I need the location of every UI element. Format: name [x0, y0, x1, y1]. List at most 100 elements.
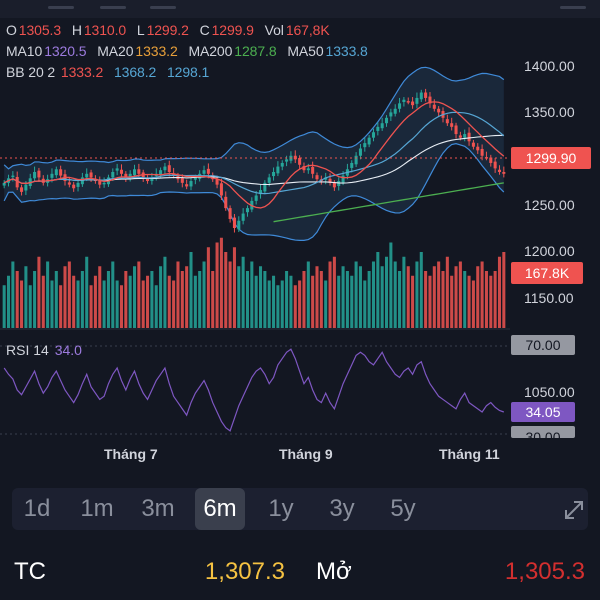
- range-6m-button[interactable]: 6m: [195, 488, 245, 530]
- ma20-value: 1333.2: [135, 43, 178, 59]
- volume-bar: [350, 275, 354, 328]
- rsi-value: 34.0: [54, 342, 82, 358]
- candle-body: [185, 184, 189, 187]
- volume-bar: [119, 285, 124, 328]
- volume-bar: [132, 266, 137, 328]
- volume-bar: [254, 275, 258, 328]
- range-5y-button[interactable]: 5y: [378, 488, 428, 530]
- volume-bar: [167, 275, 171, 328]
- price-tick: 1350.00: [524, 104, 575, 120]
- volume-bar: [367, 271, 371, 328]
- candle-body: [315, 175, 319, 180]
- low-value: 1299.2: [146, 22, 189, 38]
- expand-icon[interactable]: [560, 496, 588, 524]
- candle-body: [232, 217, 236, 228]
- time-tick: Tháng 7: [104, 446, 158, 462]
- volume-bar: [489, 275, 493, 328]
- ma200-label: MA200: [188, 43, 233, 59]
- volume-bar: [258, 266, 263, 328]
- candle-body: [228, 208, 232, 219]
- candle-body: [458, 135, 462, 138]
- rsi-label: RSI 14: [6, 342, 49, 358]
- candle-body: [432, 104, 436, 109]
- bollinger-mid-value: 1333.2: [60, 64, 104, 80]
- volume-bar: [371, 261, 376, 328]
- volume-bar: [163, 256, 167, 328]
- candle-body: [371, 132, 376, 138]
- volume-bar: [328, 261, 332, 328]
- volume-bar: [298, 280, 302, 328]
- volume-bar: [398, 271, 402, 328]
- volume-bar: [33, 271, 37, 328]
- volume-bar: [354, 261, 358, 328]
- candle-body: [50, 173, 54, 178]
- volume-bar: [450, 275, 454, 328]
- candle-body: [20, 187, 24, 192]
- volume-bar: [15, 271, 19, 328]
- range-3y-button[interactable]: 3y: [317, 488, 367, 530]
- candle-body: [298, 158, 302, 165]
- open-stat-value: 1,305.3: [504, 558, 585, 585]
- volume-bar: [480, 261, 484, 328]
- candle-body: [380, 123, 384, 129]
- candle-body: [254, 195, 258, 201]
- ma50-value: 1333.8: [325, 43, 368, 59]
- volume-bar: [106, 271, 110, 328]
- volume-bar: [102, 280, 106, 328]
- volume-bar: [319, 271, 323, 328]
- volume-bar: [50, 280, 54, 328]
- volume-bar: [272, 275, 276, 328]
- candle-body: [341, 175, 345, 183]
- candle-body: [89, 172, 93, 178]
- ma-legend: MA10 1320.5 MA20 1333.2 MA200 1287.8 MA50 13…: [6, 43, 375, 59]
- volume-badge: 167.8K: [511, 262, 583, 284]
- volume-bar: [393, 261, 397, 328]
- rsi-upper-badge: 70.00: [511, 335, 575, 355]
- candle-body: [415, 97, 419, 104]
- rsi-value-badge: 34.05: [511, 402, 575, 422]
- candle-body: [398, 103, 402, 109]
- volume-bar: [493, 271, 497, 328]
- ma10-label: MA10: [6, 43, 43, 59]
- volume-bar: [20, 280, 24, 328]
- volume-bar: [37, 256, 41, 328]
- candle-body: [306, 168, 310, 171]
- candle-body: [237, 220, 241, 230]
- candle-body: [402, 99, 406, 102]
- volume-bar: [315, 266, 319, 328]
- price-tick: 1400.00: [524, 58, 575, 74]
- candle-body: [76, 182, 80, 187]
- volume-bar: [202, 261, 206, 328]
- range-1d-button[interactable]: 1d: [12, 488, 62, 530]
- volume-bar: [467, 275, 471, 328]
- candle-body: [350, 162, 354, 168]
- candle-body: [167, 165, 171, 172]
- volume-bar: [376, 252, 380, 328]
- candle-body: [358, 148, 362, 156]
- range-3m-button[interactable]: 3m: [133, 488, 183, 530]
- candle-body: [111, 172, 115, 178]
- volume-bar: [180, 271, 184, 328]
- volume-bar: [454, 266, 458, 328]
- candle-body: [267, 177, 271, 183]
- candle-body: [276, 166, 280, 174]
- candle-body: [37, 170, 41, 178]
- candle-body: [72, 184, 76, 189]
- bollinger-legend: BB 20 2 1333.2 1368.2 1298.1: [6, 64, 216, 80]
- volume-bar: [24, 266, 28, 328]
- volume-bar: [154, 285, 158, 328]
- time-tick: Tháng 9: [279, 446, 333, 462]
- range-1y-button[interactable]: 1y: [256, 488, 306, 530]
- volume-bar: [80, 271, 84, 328]
- ma20-label: MA20: [97, 43, 134, 59]
- candle-body: [437, 108, 441, 113]
- volume-bar: [59, 285, 63, 328]
- rsi-line: [3, 348, 505, 432]
- range-1m-button[interactable]: 1m: [72, 488, 122, 530]
- candle-body: [311, 167, 315, 174]
- candle-body: [102, 182, 106, 185]
- ohlc-legend: O 1305.3 H 1310.0 L 1299.2 C 1299.9 Vol 167,8…: [6, 22, 337, 38]
- candle-body: [502, 172, 506, 174]
- candle-body: [67, 182, 71, 185]
- close-label: C: [199, 22, 210, 38]
